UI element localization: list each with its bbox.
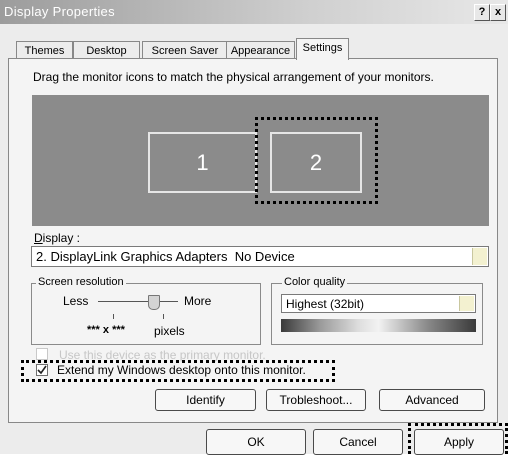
color-quality-group: Color quality Highest (32bit) [271,276,483,345]
resolution-less-label: Less [63,294,89,308]
display-label: Display : [34,231,81,245]
color-quality-legend: Color quality [282,276,348,288]
extend-desktop-label: Extend my Windows desktop onto this moni… [57,363,306,377]
ok-button[interactable]: OK [206,429,306,455]
dropdown-arrow-icon[interactable] [459,296,474,311]
slider-thumb-icon[interactable] [148,295,160,310]
monitor-arrangement-area[interactable]: 1 2 [32,95,489,226]
color-quality-select[interactable]: Highest (32bit) [281,294,476,313]
resolution-more-label: More [184,294,212,308]
troubleshoot-button[interactable]: Trobleshoot... [266,389,366,411]
slider-tick [113,314,114,319]
slider-tick [163,314,164,319]
cancel-button[interactable]: Cancel [313,429,403,455]
resolution-value: *** x *** [87,324,125,336]
tab-settings[interactable]: Settings [296,38,349,60]
display-value: 2. DisplayLink Graphics Adapters No Devi… [36,249,295,264]
extend-desktop-checkbox[interactable] [36,364,48,376]
resolution-slider-track[interactable] [98,301,178,302]
help-icon[interactable]: ? [474,4,490,21]
instruction-text: Drag the monitor icons to match the phys… [33,70,434,84]
identify-button[interactable]: Identify [155,389,256,411]
window-title: Display Properties [4,4,115,19]
color-quality-preview-bar [281,319,476,332]
monitor-2[interactable]: 2 [270,132,362,193]
primary-monitor-checkbox[interactable] [36,348,48,360]
screen-resolution-legend: Screen resolution [36,276,126,288]
resolution-unit: pixels [154,324,185,338]
checkmark-icon [37,365,47,375]
screen-resolution-group: Screen resolution Less More *** x *** pi… [31,276,261,345]
advanced-button[interactable]: Advanced [379,389,485,411]
apply-button[interactable]: Apply [414,429,504,455]
title-bar[interactable]: Display Properties ? x [0,0,508,24]
close-icon[interactable]: x [490,4,506,21]
display-select[interactable]: 2. DisplayLink Graphics Adapters No Devi… [31,246,489,267]
dropdown-arrow-icon[interactable] [472,248,487,265]
monitor-1[interactable]: 1 [148,132,257,193]
color-quality-value: Highest (32bit) [286,297,365,311]
